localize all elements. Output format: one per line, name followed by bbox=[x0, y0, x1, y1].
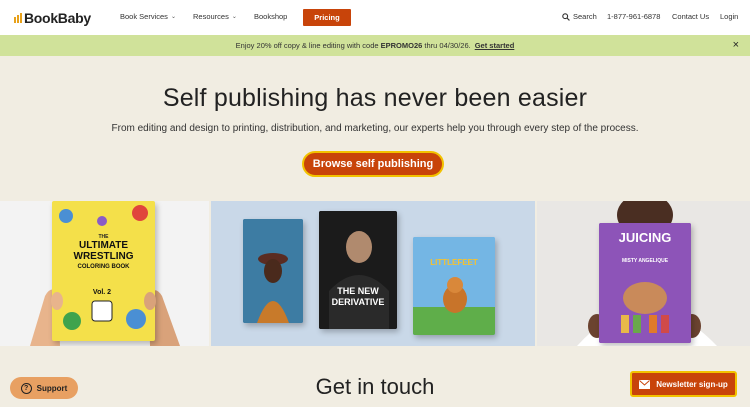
chevron-down-icon: ⌄ bbox=[170, 14, 176, 20]
derivative-line2: DERIVATIVE bbox=[331, 297, 385, 307]
coloring-book-photo: THE ULTIMATE WRESTLING COLORING BOOK Vol… bbox=[0, 201, 209, 346]
juicing-title: JUICING bbox=[618, 230, 672, 245]
nav-resources[interactable]: Resources ⌄ bbox=[193, 12, 237, 21]
nav-contact[interactable]: Contact Us bbox=[672, 12, 709, 21]
promo-banner: Enjoy 20% off copy & line editing with c… bbox=[0, 35, 750, 56]
juicing-book-photo: JUICING MISTY ANGELIQUE bbox=[537, 201, 750, 346]
brand-name: BookBaby bbox=[24, 10, 91, 26]
littlefeet-book: LITTLEFEET bbox=[413, 237, 495, 335]
browse-self-publishing-label: Browse self publishing bbox=[312, 158, 434, 170]
derivative-line1: THE NEW bbox=[337, 286, 379, 296]
promo-text-after: thru 04/30/26. bbox=[424, 41, 471, 50]
top-navigation: BookBaby Book Services ⌄ Resources ⌄ Boo… bbox=[0, 0, 750, 35]
juicing-author: MISTY ANGELIQUE bbox=[621, 258, 669, 264]
novel-book bbox=[243, 219, 303, 323]
hero-title: Self publishing has never been easier bbox=[162, 84, 588, 112]
search-icon bbox=[562, 12, 570, 21]
promo-get-started-link[interactable]: Get started bbox=[475, 41, 515, 50]
support-button[interactable]: ? Support bbox=[10, 377, 78, 399]
brand-logo[interactable]: BookBaby bbox=[14, 9, 91, 27]
nav-phone-label: 1-877-961-6878 bbox=[607, 12, 661, 21]
newsletter-label: Newsletter sign-up bbox=[656, 379, 728, 389]
nav-contact-label: Contact Us bbox=[672, 12, 710, 21]
browse-self-publishing-button[interactable]: Browse self publishing bbox=[302, 151, 444, 177]
support-label: Support bbox=[36, 383, 68, 393]
nav-bookshop[interactable]: Bookshop bbox=[254, 12, 287, 21]
littlefeet-title: LITTLEFEET bbox=[430, 258, 478, 267]
nav-bookshop-label: Bookshop bbox=[254, 12, 288, 21]
question-icon: ? bbox=[20, 382, 32, 394]
nav-resources-label: Resources bbox=[193, 12, 229, 21]
nav-search[interactable]: Search bbox=[562, 12, 597, 21]
nav-search-label: Search bbox=[573, 12, 597, 21]
newsletter-signup-button[interactable]: Newsletter sign-up bbox=[630, 371, 737, 397]
fingers-illustration bbox=[51, 292, 156, 310]
juicing-book: JUICING MISTY ANGELIQUE bbox=[599, 223, 691, 343]
new-derivative-book: THE NEW DERIVATIVE bbox=[319, 211, 397, 329]
nav-book-services-label: Book Services bbox=[120, 12, 168, 21]
littlefeet-cover-art bbox=[413, 237, 495, 335]
nav-login[interactable]: Login bbox=[720, 12, 738, 21]
nav-book-services[interactable]: Book Services ⌄ bbox=[120, 12, 176, 21]
chevron-down-icon: ⌄ bbox=[231, 14, 237, 20]
envelope-icon bbox=[639, 379, 651, 389]
pricing-button[interactable]: Pricing bbox=[303, 9, 351, 26]
promo-code: EPROMO26 bbox=[380, 41, 423, 50]
pricing-label: Pricing bbox=[314, 13, 340, 22]
promo-text-before: Enjoy 20% off copy & line editing with c… bbox=[235, 41, 379, 50]
three-books-display: THE NEW DERIVATIVE LITTLEFEET bbox=[211, 201, 535, 346]
nav-phone[interactable]: 1-877-961-6878 bbox=[607, 12, 660, 21]
novel-cover-art bbox=[243, 219, 303, 323]
book-showcase: THE ULTIMATE WRESTLING COLORING BOOK Vol… bbox=[0, 201, 750, 346]
logo-bars-icon bbox=[14, 13, 22, 23]
close-icon[interactable]: × bbox=[733, 39, 739, 51]
derivative-cover-art bbox=[319, 211, 397, 329]
nav-login-label: Login bbox=[720, 12, 739, 21]
hero-subtitle: From editing and design to printing, dis… bbox=[111, 123, 639, 134]
